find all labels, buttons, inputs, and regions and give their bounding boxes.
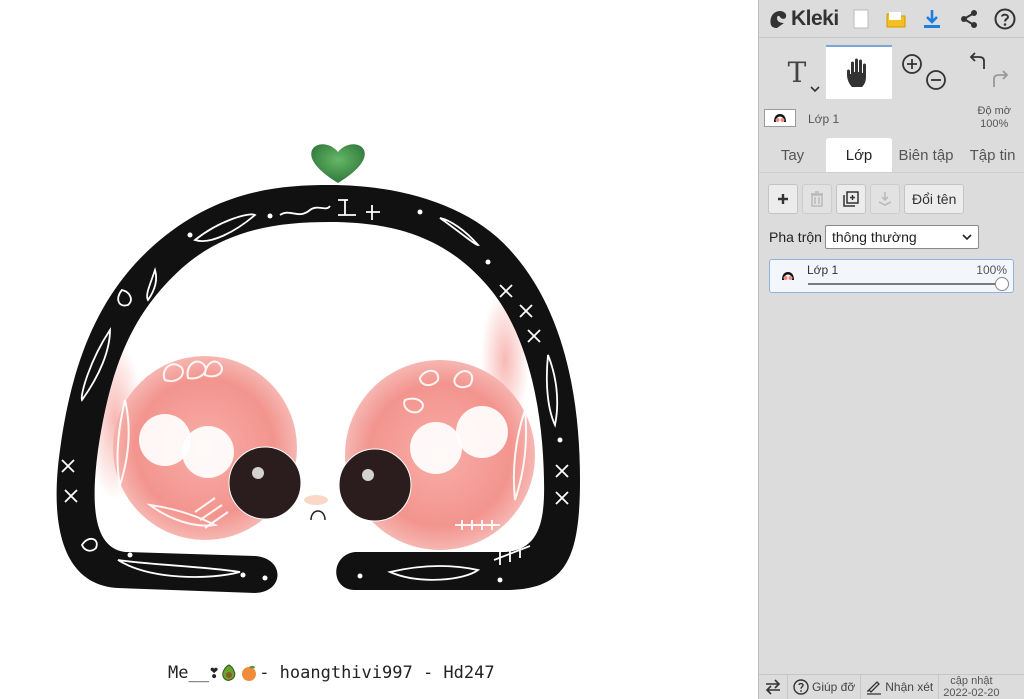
panel-tabs: Tay Lớp Biên tập Tập tin: [759, 138, 1024, 172]
redo-icon[interactable]: [990, 69, 1012, 91]
tool-row: T: [759, 45, 1024, 99]
duplicate-layer-button[interactable]: [836, 184, 866, 214]
chevron-down-icon: [962, 234, 972, 241]
top-toolbar: Kleki: [759, 0, 1024, 38]
layer-opacity-knob[interactable]: [995, 277, 1009, 291]
undo-redo-buttons: [956, 45, 1022, 99]
layer-opacity-slider[interactable]: [808, 277, 1009, 291]
peach-icon: [242, 665, 257, 681]
blend-mode-value: thông thường: [831, 229, 917, 245]
tab-hand[interactable]: Tay: [759, 138, 826, 172]
folder-icon: [886, 12, 906, 28]
help-link-label: Giúp đỡ: [812, 680, 856, 694]
tab-file[interactable]: Tập tin: [960, 138, 1024, 172]
rename-layer-button[interactable]: Đổi tên: [904, 184, 965, 214]
artist-signature: Me__❣ - hoangthivi997 - Hd247: [168, 663, 495, 683]
toggle-panel-side-button[interactable]: [759, 674, 788, 699]
layer-thumbnail-icon: [774, 114, 786, 122]
layer-preview-name: Lớp 1: [808, 112, 840, 126]
layer-thumbnail-icon: [782, 272, 794, 280]
download-icon: [924, 10, 940, 28]
tab-edit[interactable]: Biên tập: [892, 138, 960, 172]
chevron-down-icon: [810, 86, 820, 93]
feedback-link-label: Nhận xét: [885, 680, 934, 694]
text-tool-button[interactable]: T: [767, 45, 827, 99]
left-eye: [228, 446, 302, 520]
blend-mode-select[interactable]: thông thường: [824, 225, 979, 249]
signature-credit: - hoangthivi997 - Hd247: [259, 663, 495, 683]
kleki-logo-icon: [770, 11, 787, 28]
layer-preview: Lớp 1 Độ mờ 100%: [759, 100, 1024, 136]
merge-down-icon: [878, 192, 892, 206]
signature-name: Me__❣: [168, 663, 220, 683]
blend-mode-row: Pha trộn thông thường: [769, 225, 979, 249]
bottom-bar: Giúp đỡ Nhận xét cập nhật 2022-02-20: [759, 674, 1024, 699]
swap-arrows-icon: [765, 679, 781, 695]
feedback-link[interactable]: Nhận xét: [861, 674, 940, 699]
open-file-button[interactable]: [882, 5, 910, 33]
add-layer-button[interactable]: [768, 184, 798, 214]
feedback-pencil-icon: [867, 681, 882, 695]
help-link[interactable]: Giúp đỡ: [788, 674, 862, 699]
plus-icon: [778, 194, 788, 204]
tab-layers[interactable]: Lớp: [826, 138, 892, 172]
undo-icon[interactable]: [966, 51, 988, 73]
layer-item-name: Lớp 1: [807, 263, 839, 277]
merge-layer-button[interactable]: [870, 184, 900, 214]
update-label: cập nhật: [950, 675, 993, 687]
share-button[interactable]: [955, 5, 983, 33]
text-tool-label: T: [787, 55, 807, 89]
new-file-icon: [853, 9, 869, 29]
hand-tool-button[interactable]: [826, 45, 892, 99]
share-icon: [961, 10, 977, 28]
help-icon: [994, 8, 1016, 30]
kleki-logo[interactable]: Kleki: [767, 5, 839, 33]
opacity-label: Độ mờ: [977, 105, 1012, 117]
layer-item-opacity: 100%: [976, 263, 1007, 277]
zoom-in-icon[interactable]: [901, 53, 923, 75]
delete-layer-button[interactable]: [802, 184, 832, 214]
app-name: Kleki: [791, 7, 839, 30]
update-date: 2022-02-20: [943, 687, 1000, 699]
help-icon: [793, 679, 809, 695]
layer-item-thumbnail: [778, 269, 798, 283]
heart: [311, 144, 365, 183]
trash-icon: [811, 191, 823, 207]
hand-icon: [847, 58, 866, 87]
avocado-icon: [222, 664, 236, 681]
canvas-drawing: [55, 144, 581, 593]
help-button[interactable]: [991, 5, 1019, 33]
layer-preview-thumbnail[interactable]: [764, 109, 796, 127]
right-eye: [338, 448, 412, 522]
blend-mode-label: Pha trộn: [769, 229, 822, 245]
mouth: [310, 510, 326, 521]
update-info[interactable]: cập nhật 2022-02-20: [939, 675, 1003, 699]
zoom-buttons: [893, 45, 955, 99]
side-panel: Kleki T Lớp 1 Độ mờ 100% Tay Lớp Biên tậ…: [758, 0, 1024, 699]
layer-list-item[interactable]: Lớp 1 100%: [769, 259, 1014, 293]
zoom-out-icon[interactable]: [925, 69, 947, 91]
new-file-button[interactable]: [847, 5, 875, 33]
opacity-value: 100%: [980, 118, 1009, 130]
drawing-canvas[interactable]: Me__❣ - hoangthivi997 - Hd247: [0, 0, 758, 699]
layers-panel: Đổi tên Pha trộn thông thường Lớp 1 100%: [759, 172, 1024, 699]
duplicate-icon: [843, 191, 859, 207]
layer-buttons: Đổi tên: [768, 184, 965, 214]
layer-opacity-fill: [808, 283, 1002, 285]
opacity-readout: Độ mờ 100%: [978, 105, 1012, 131]
save-button[interactable]: [918, 5, 946, 33]
